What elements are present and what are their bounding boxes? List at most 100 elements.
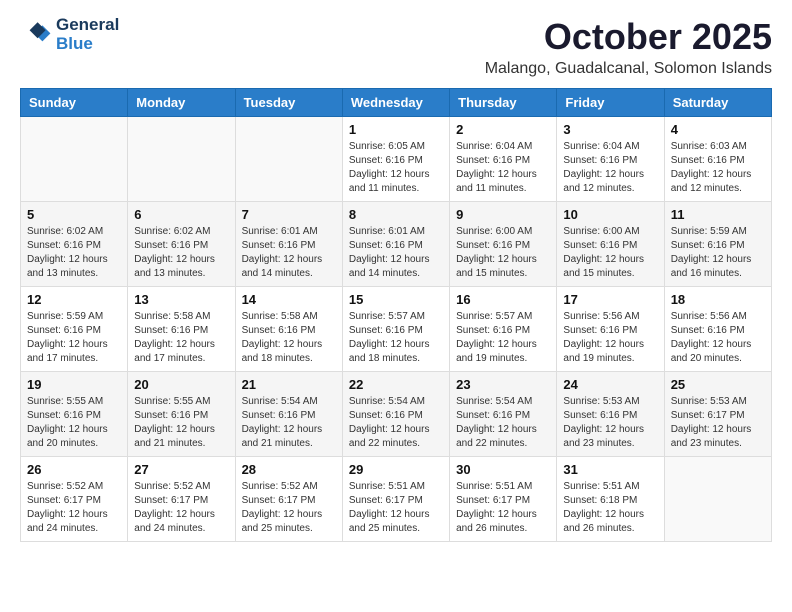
day-number: 9: [456, 207, 550, 222]
calendar-cell: 12Sunrise: 5:59 AM Sunset: 6:16 PM Dayli…: [21, 287, 128, 372]
day-number: 14: [242, 292, 336, 307]
month-title: October 2025: [485, 16, 772, 58]
logo-icon: [20, 19, 52, 51]
calendar-table: SundayMondayTuesdayWednesdayThursdayFrid…: [20, 88, 772, 542]
calendar-cell: 10Sunrise: 6:00 AM Sunset: 6:16 PM Dayli…: [557, 202, 664, 287]
day-info: Sunrise: 6:05 AM Sunset: 6:16 PM Dayligh…: [349, 140, 443, 196]
week-row-3: 12Sunrise: 5:59 AM Sunset: 6:16 PM Dayli…: [21, 287, 772, 372]
day-info: Sunrise: 5:54 AM Sunset: 6:16 PM Dayligh…: [456, 395, 550, 451]
calendar-cell: 26 Sunrise: 5:52 AM Sunset: 6:17 PM Dayli…: [21, 457, 128, 542]
weekday-header-tuesday: Tuesday: [235, 89, 342, 117]
calendar-cell: 22Sunrise: 5:54 AM Sunset: 6:16 PM Dayli…: [342, 372, 449, 457]
day-number: 10: [563, 207, 657, 222]
day-number: 7: [242, 207, 336, 222]
calendar-cell: 4 Sunrise: 6:03 AM Sunset: 6:16 PM Daylig…: [664, 117, 771, 202]
day-info: Sunrise: 5:56 AM Sunset: 6:16 PM Dayligh…: [671, 310, 765, 366]
day-info: Sunrise: 5:52 AM Sunset: 6:17 PM Dayligh…: [134, 480, 228, 536]
weekday-header-thursday: Thursday: [450, 89, 557, 117]
day-number: 6: [134, 207, 228, 222]
day-info: Sunrise: 6:03 AM Sunset: 6:16 PM Dayligh…: [671, 140, 765, 196]
day-info: Sunrise: 6:01 AM Sunset: 6:16 PM Dayligh…: [349, 225, 443, 281]
day-number: 27: [134, 462, 228, 477]
calendar-cell: [128, 117, 235, 202]
day-number: 15: [349, 292, 443, 307]
day-number: 19: [27, 377, 121, 392]
calendar-cell: 21 Sunrise: 5:54 AM Sunset: 6:16 PM Dayli…: [235, 372, 342, 457]
calendar-cell: [21, 117, 128, 202]
week-row-5: 26 Sunrise: 5:52 AM Sunset: 6:17 PM Dayli…: [21, 457, 772, 542]
day-number: 30: [456, 462, 550, 477]
day-number: 26: [27, 462, 121, 477]
calendar-cell: 7 Sunrise: 6:01 AM Sunset: 6:16 PM Daylig…: [235, 202, 342, 287]
day-number: 1: [349, 122, 443, 137]
day-number: 23: [456, 377, 550, 392]
calendar-cell: 2 Sunrise: 6:04 AM Sunset: 6:16 PM Daylig…: [450, 117, 557, 202]
calendar-cell: 24Sunrise: 5:53 AM Sunset: 6:16 PM Dayli…: [557, 372, 664, 457]
calendar-cell: 29 Sunrise: 5:51 AM Sunset: 6:17 PM Dayli…: [342, 457, 449, 542]
calendar-cell: 9 Sunrise: 6:00 AM Sunset: 6:16 PM Daylig…: [450, 202, 557, 287]
calendar-cell: 30 Sunrise: 5:51 AM Sunset: 6:17 PM Dayli…: [450, 457, 557, 542]
calendar-cell: 14 Sunrise: 5:58 AM Sunset: 6:16 PM Dayli…: [235, 287, 342, 372]
day-number: 5: [27, 207, 121, 222]
day-info: Sunrise: 5:56 AM Sunset: 6:16 PM Dayligh…: [563, 310, 657, 366]
weekday-header-row: SundayMondayTuesdayWednesdayThursdayFrid…: [21, 89, 772, 117]
day-info: Sunrise: 6:00 AM Sunset: 6:16 PM Dayligh…: [456, 225, 550, 281]
calendar-cell: 3Sunrise: 6:04 AM Sunset: 6:16 PM Daylig…: [557, 117, 664, 202]
day-number: 24: [563, 377, 657, 392]
day-info: Sunrise: 5:52 AM Sunset: 6:17 PM Dayligh…: [27, 480, 121, 536]
calendar-cell: 23 Sunrise: 5:54 AM Sunset: 6:16 PM Dayli…: [450, 372, 557, 457]
day-info: Sunrise: 5:57 AM Sunset: 6:16 PM Dayligh…: [456, 310, 550, 366]
weekday-header-sunday: Sunday: [21, 89, 128, 117]
calendar-cell: 6Sunrise: 6:02 AM Sunset: 6:16 PM Daylig…: [128, 202, 235, 287]
day-info: Sunrise: 5:51 AM Sunset: 6:17 PM Dayligh…: [349, 480, 443, 536]
calendar-cell: 5 Sunrise: 6:02 AM Sunset: 6:16 PM Daylig…: [21, 202, 128, 287]
calendar-cell: [235, 117, 342, 202]
calendar-cell: 28 Sunrise: 5:52 AM Sunset: 6:17 PM Dayli…: [235, 457, 342, 542]
logo-text-general: General: [56, 16, 119, 35]
calendar-cell: [664, 457, 771, 542]
week-row-4: 19 Sunrise: 5:55 AM Sunset: 6:16 PM Dayli…: [21, 372, 772, 457]
day-info: Sunrise: 6:02 AM Sunset: 6:16 PM Dayligh…: [27, 225, 121, 281]
day-info: Sunrise: 5:55 AM Sunset: 6:16 PM Dayligh…: [27, 395, 121, 451]
day-info: Sunrise: 6:01 AM Sunset: 6:16 PM Dayligh…: [242, 225, 336, 281]
header: General Blue October 2025 Malango, Guada…: [20, 16, 772, 78]
logo-text-blue: Blue: [56, 35, 119, 54]
day-info: Sunrise: 5:54 AM Sunset: 6:16 PM Dayligh…: [242, 395, 336, 451]
day-info: Sunrise: 5:52 AM Sunset: 6:17 PM Dayligh…: [242, 480, 336, 536]
day-number: 11: [671, 207, 765, 222]
calendar-cell: 20 Sunrise: 5:55 AM Sunset: 6:16 PM Dayli…: [128, 372, 235, 457]
calendar-cell: 27 Sunrise: 5:52 AM Sunset: 6:17 PM Dayli…: [128, 457, 235, 542]
logo: General Blue: [20, 16, 119, 53]
day-number: 29: [349, 462, 443, 477]
day-number: 2: [456, 122, 550, 137]
day-number: 21: [242, 377, 336, 392]
day-info: Sunrise: 6:04 AM Sunset: 6:16 PM Dayligh…: [456, 140, 550, 196]
day-number: 8: [349, 207, 443, 222]
day-info: Sunrise: 5:55 AM Sunset: 6:16 PM Dayligh…: [134, 395, 228, 451]
location-title: Malango, Guadalcanal, Solomon Islands: [485, 60, 772, 78]
calendar-cell: 11 Sunrise: 5:59 AM Sunset: 6:16 PM Dayli…: [664, 202, 771, 287]
day-info: Sunrise: 5:53 AM Sunset: 6:17 PM Dayligh…: [671, 395, 765, 451]
day-info: Sunrise: 5:59 AM Sunset: 6:16 PM Dayligh…: [671, 225, 765, 281]
day-info: Sunrise: 5:58 AM Sunset: 6:16 PM Dayligh…: [242, 310, 336, 366]
day-info: Sunrise: 5:57 AM Sunset: 6:16 PM Dayligh…: [349, 310, 443, 366]
title-area: October 2025 Malango, Guadalcanal, Solom…: [485, 16, 772, 78]
day-number: 31: [563, 462, 657, 477]
calendar-cell: 31 Sunrise: 5:51 AM Sunset: 6:18 PM Dayli…: [557, 457, 664, 542]
calendar-cell: 19 Sunrise: 5:55 AM Sunset: 6:16 PM Dayli…: [21, 372, 128, 457]
week-row-2: 5 Sunrise: 6:02 AM Sunset: 6:16 PM Daylig…: [21, 202, 772, 287]
calendar-cell: 17Sunrise: 5:56 AM Sunset: 6:16 PM Dayli…: [557, 287, 664, 372]
day-info: Sunrise: 6:04 AM Sunset: 6:16 PM Dayligh…: [563, 140, 657, 196]
day-number: 28: [242, 462, 336, 477]
day-number: 25: [671, 377, 765, 392]
calendar-cell: 25 Sunrise: 5:53 AM Sunset: 6:17 PM Dayli…: [664, 372, 771, 457]
day-number: 4: [671, 122, 765, 137]
day-info: Sunrise: 5:58 AM Sunset: 6:16 PM Dayligh…: [134, 310, 228, 366]
day-number: 22: [349, 377, 443, 392]
day-number: 20: [134, 377, 228, 392]
day-info: Sunrise: 5:51 AM Sunset: 6:18 PM Dayligh…: [563, 480, 657, 536]
weekday-header-wednesday: Wednesday: [342, 89, 449, 117]
day-info: Sunrise: 5:51 AM Sunset: 6:17 PM Dayligh…: [456, 480, 550, 536]
weekday-header-friday: Friday: [557, 89, 664, 117]
calendar-cell: 8 Sunrise: 6:01 AM Sunset: 6:16 PM Daylig…: [342, 202, 449, 287]
